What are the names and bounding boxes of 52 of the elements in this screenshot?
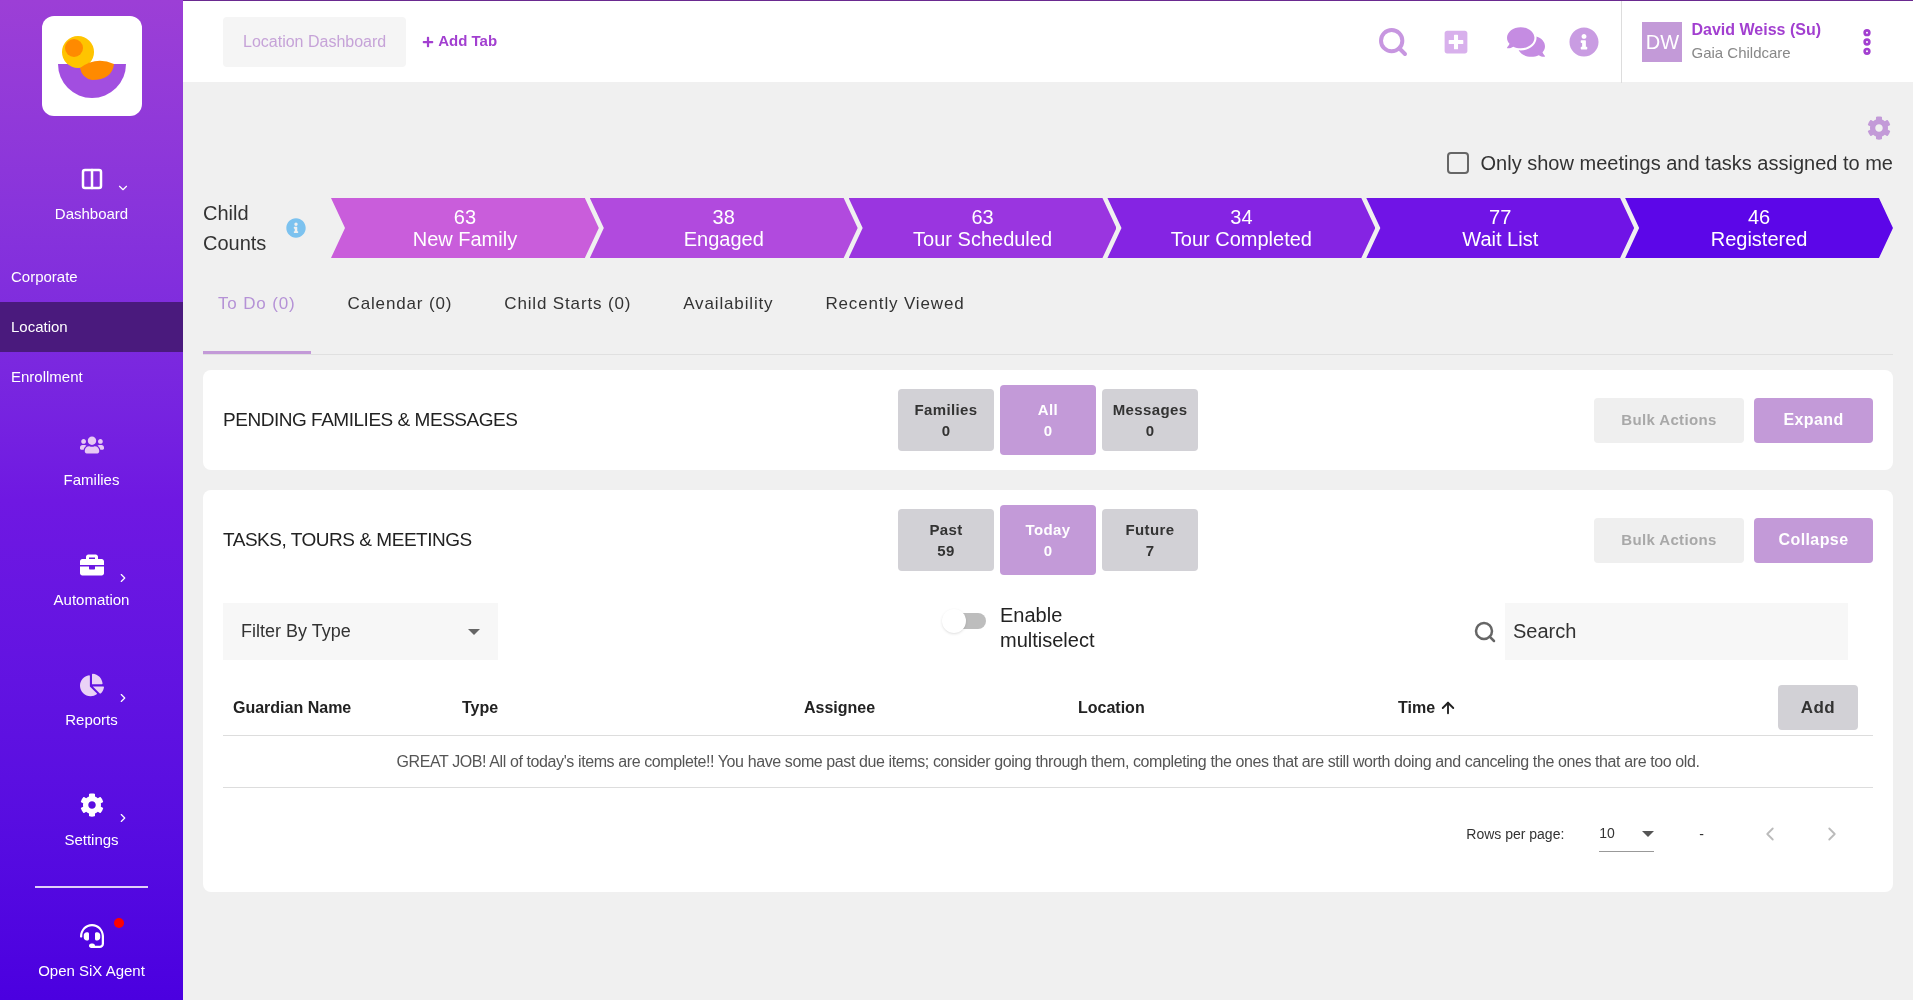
filter-toggle[interactable]: Families 0 [898, 389, 994, 451]
search-field[interactable]: Search [1505, 603, 1848, 660]
nav-item[interactable]: Dashboard [54, 202, 129, 226]
column-header[interactable]: Location [1078, 695, 1398, 720]
search-icon [1473, 619, 1497, 644]
filter-toggle[interactable]: Past 59 [898, 509, 994, 571]
checkbox-label: Only show meetings and tasks assigned to me [1480, 151, 1893, 176]
multiselect-label: Enable multiselect [1000, 603, 1096, 653]
checkbox[interactable] [1446, 152, 1469, 174]
nav-subitem[interactable]: Enrollment [0, 352, 183, 402]
settings-icon[interactable] [79, 792, 104, 817]
content-tab[interactable]: Child Starts (0) [489, 257, 647, 354]
nav-item[interactable]: Settings [64, 828, 119, 852]
page-range: - [1699, 824, 1704, 844]
filter-toggle[interactable]: Future 7 [1102, 509, 1198, 571]
plus-icon [422, 35, 435, 48]
column-header[interactable]: Guardian Name [233, 695, 462, 720]
rows-per-page-label: Rows per page: [1466, 824, 1565, 844]
dashboard-icon[interactable] [79, 166, 104, 191]
organization-name: Gaia Childcare [1691, 43, 1792, 64]
pipeline-stage[interactable]: 46 Registered [1625, 198, 1893, 258]
column-header[interactable]: Type [462, 695, 804, 720]
nav-subitem[interactable]: Corporate [0, 252, 183, 302]
nav-subitem[interactable]: Location [0, 302, 183, 352]
dropdown-icon [1642, 830, 1655, 837]
pipeline-stage[interactable]: 34 Tour Completed [1107, 198, 1376, 258]
panel-title: PENDING FAMILIES & MESSAGES [223, 407, 519, 432]
pie-chart-icon[interactable] [79, 672, 104, 697]
rows-per-page-select[interactable]: 10 [1599, 816, 1655, 852]
pipeline-stage[interactable]: 77 Wait List [1366, 198, 1635, 258]
column-header[interactable]: Assignee [804, 695, 1078, 720]
filter-toggle[interactable]: Messages 0 [1102, 389, 1198, 451]
type-filter-select[interactable]: Filter By Type [223, 603, 498, 660]
pipeline-stage[interactable]: 63 Tour Scheduled [848, 198, 1117, 258]
child-counts-label: Child Counts [203, 201, 268, 256]
user-name: David Weiss (Su) [1691, 20, 1821, 41]
dropdown-icon [468, 628, 480, 635]
add-tab-button[interactable]: Add Tab [422, 30, 498, 53]
headset-icon[interactable] [79, 924, 104, 948]
content-tab[interactable]: Calendar (0) [332, 257, 468, 354]
content-tab[interactable]: Availability [668, 257, 789, 354]
panel-title: TASKS, TOURS & MEETINGS [223, 527, 473, 552]
empty-message: GREAT JOB! All of today's items are complete!! You have some past due items; consider going through them, completing the ones that are still worth doing and canceling the ones that are too old. [396, 751, 1700, 772]
nav-item[interactable]: Reports [65, 708, 118, 732]
briefcase-icon[interactable] [79, 552, 104, 577]
column-header[interactable]: Time [1398, 695, 1598, 720]
pipeline-stage[interactable]: 38 Engaged [589, 198, 858, 258]
nav-item[interactable]: Automation [53, 588, 130, 612]
add-button[interactable]: Add [1778, 685, 1858, 730]
nav-item[interactable]: Open SiX Agent [38, 960, 145, 983]
nav-item[interactable]: Families [63, 468, 120, 492]
content-tab[interactable]: Recently Viewed [810, 257, 980, 354]
